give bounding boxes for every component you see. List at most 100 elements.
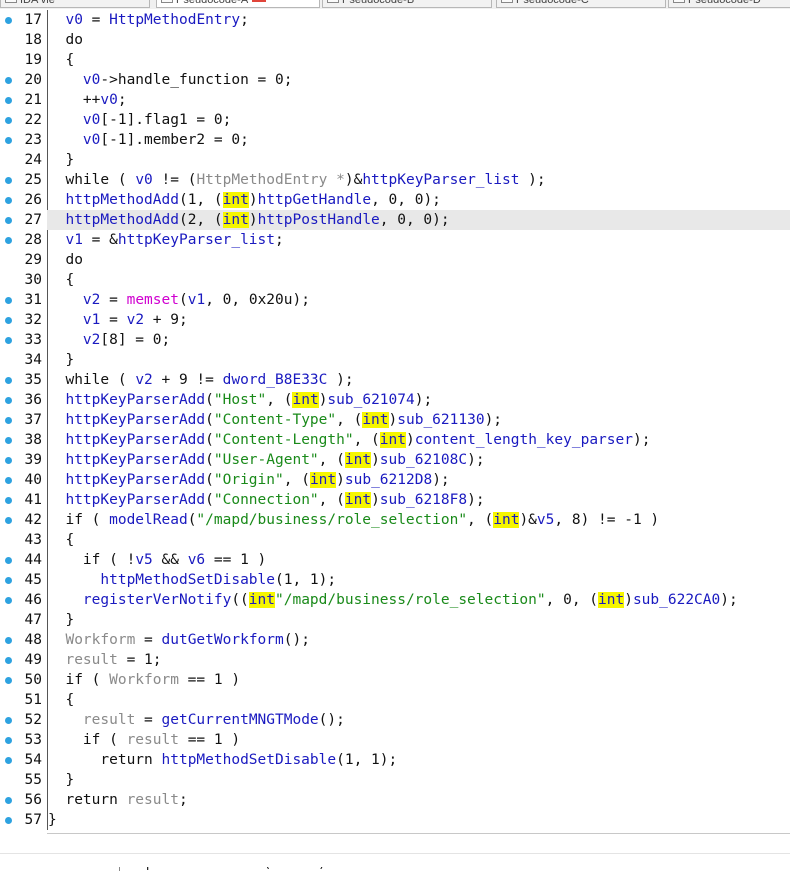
code-text: { <box>48 690 74 710</box>
breakpoint-dot-icon[interactable] <box>5 17 12 24</box>
code-line[interactable]: 47 } <box>0 610 790 630</box>
breakpoint-dot-icon[interactable] <box>5 597 12 604</box>
breakpoint-dot-icon[interactable] <box>5 397 12 404</box>
code-line[interactable]: 52 result = getCurrentMNGTMode(); <box>0 710 790 730</box>
code-token: + 9; <box>144 312 188 328</box>
code-line[interactable]: 32 v1 = v2 + 9; <box>0 310 790 330</box>
code-line[interactable]: 56 return result; <box>0 790 790 810</box>
code-token: (1, ( <box>178 192 223 208</box>
code-line[interactable]: 44 if ( !v5 && v6 == 1 ) <box>0 550 790 570</box>
code-line[interactable]: 27 httpMethodAdd(2, (int)httpPostHandle,… <box>0 210 790 230</box>
code-line[interactable]: 18 do <box>0 30 790 50</box>
breakpoint-dot-icon[interactable] <box>5 677 12 684</box>
tab-5[interactable]: Pseudocode-D <box>668 0 790 8</box>
code-line[interactable]: 25 while ( v0 != (HttpMethodEntry *)&htt… <box>0 170 790 190</box>
breakpoint-dot-icon[interactable] <box>5 757 12 764</box>
breakpoint-dot-icon[interactable] <box>5 817 12 824</box>
code-line[interactable]: 37 httpKeyParserAdd("Content-Type", (int… <box>0 410 790 430</box>
code-line[interactable]: 28 v1 = &httpKeyParser_list; <box>0 230 790 250</box>
line-number: 29 <box>24 252 42 268</box>
code-line[interactable]: 35 while ( v2 + 9 != dword_B8E33C ); <box>0 370 790 390</box>
code-line[interactable]: 43 { <box>0 530 790 550</box>
code-token: while ( <box>48 372 136 388</box>
breakpoint-dot-icon[interactable] <box>5 297 12 304</box>
code-line[interactable]: 53 if ( result == 1 ) <box>0 730 790 750</box>
breakpoint-dot-icon[interactable] <box>5 417 12 424</box>
breakpoint-dot-icon[interactable] <box>5 237 12 244</box>
code-line[interactable]: 33 v2[8] = 0; <box>0 330 790 350</box>
breakpoint-dot-icon[interactable] <box>5 177 12 184</box>
code-token: sub_621074 <box>327 392 415 408</box>
breakpoint-dot-icon[interactable] <box>5 637 12 644</box>
code-line[interactable]: 41 httpKeyParserAdd("Connection", (int)s… <box>0 490 790 510</box>
code-token: = <box>135 712 162 728</box>
code-line[interactable]: 26 httpMethodAdd(1, (int)httpGetHandle, … <box>0 190 790 210</box>
code-token: httpKeyParserAdd <box>65 472 206 488</box>
breakpoint-dot-icon[interactable] <box>5 437 12 444</box>
breakpoint-dot-icon[interactable] <box>5 497 12 504</box>
code-line[interactable]: 51 { <box>0 690 790 710</box>
breakpoint-dot-icon[interactable] <box>5 117 12 124</box>
code-line[interactable]: 19 { <box>0 50 790 70</box>
close-icon[interactable]: × <box>252 0 267 2</box>
breakpoint-dot-icon[interactable] <box>5 477 12 484</box>
code-line[interactable]: 24 } <box>0 150 790 170</box>
breakpoint-dot-icon[interactable] <box>5 737 12 744</box>
pseudocode-view[interactable]: 17 v0 = HttpMethodEntry; 18 do 19 {20 v0->… <box>0 10 790 830</box>
breakpoint-dot-icon[interactable] <box>5 337 12 344</box>
code-line[interactable]: 17 v0 = HttpMethodEntry; <box>0 10 790 30</box>
code-line[interactable]: 49 result = 1; <box>0 650 790 670</box>
code-text: { <box>48 530 74 550</box>
breakpoint-dot-icon[interactable] <box>5 717 12 724</box>
code-line[interactable]: 20 v0->handle_function = 0; <box>0 70 790 90</box>
code-token: "Content-Type" <box>213 412 337 428</box>
breakpoint-dot-icon[interactable] <box>5 137 12 144</box>
code-line[interactable]: 40 httpKeyParserAdd("Origin", (int)sub_6… <box>0 470 790 490</box>
code-line[interactable]: 30 { <box>0 270 790 290</box>
code-line[interactable]: 55 } <box>0 770 790 790</box>
code-line[interactable]: 34 } <box>0 350 790 370</box>
code-line[interactable]: 21 ++v0; <box>0 90 790 110</box>
breakpoint-dot-icon[interactable] <box>5 377 12 384</box>
breakpoint-dot-icon[interactable] <box>5 517 12 524</box>
breakpoint-dot-icon[interactable] <box>5 97 12 104</box>
code-line[interactable]: 54 return httpMethodSetDisable(1, 1); <box>0 750 790 770</box>
code-token: "Origin" <box>213 472 284 488</box>
code-line[interactable]: 45 httpMethodSetDisable(1, 1); <box>0 570 790 590</box>
code-line[interactable]: 57} <box>0 810 790 830</box>
code-line[interactable]: 22 v0[-1].flag1 = 0; <box>0 110 790 130</box>
document-icon <box>673 0 685 3</box>
code-line[interactable]: 38 httpKeyParserAdd("Content-Length", (i… <box>0 430 790 450</box>
breakpoint-dot-icon[interactable] <box>5 217 12 224</box>
code-line[interactable]: 23 v0[-1].member2 = 0; <box>0 130 790 150</box>
line-number: 52 <box>24 712 42 728</box>
tab-1[interactable]: IDA vie <box>0 0 150 8</box>
code-token: httpKeyParserAdd <box>65 412 206 428</box>
tab-4[interactable]: Pseudocode-C <box>496 0 666 8</box>
breakpoint-dot-icon[interactable] <box>5 657 12 664</box>
breakpoint-dot-icon[interactable] <box>5 457 12 464</box>
code-line[interactable]: 48 Workform = dutGetWorkform(); <box>0 630 790 650</box>
code-token: ) <box>336 472 345 488</box>
code-token: ( <box>205 472 214 488</box>
breakpoint-dot-icon[interactable] <box>5 317 12 324</box>
code-line[interactable]: 31 v2 = memset(v1, 0, 0x20u); <box>0 290 790 310</box>
code-line[interactable]: 50 if ( Workform == 1 ) <box>0 670 790 690</box>
tab-2[interactable]: Pseudocode-A× <box>156 0 320 8</box>
code-line[interactable]: 46 registerVerNotify((int"/mapd/business… <box>0 590 790 610</box>
code-line[interactable]: 42 if ( modelRead("/mapd/business/role_s… <box>0 510 790 530</box>
breakpoint-dot-icon[interactable] <box>5 577 12 584</box>
line-number: 20 <box>24 72 42 88</box>
breakpoint-dot-icon[interactable] <box>5 557 12 564</box>
code-line[interactable]: 36 httpKeyParserAdd("Host", (int)sub_621… <box>0 390 790 410</box>
code-token: Workform <box>65 632 136 648</box>
code-line[interactable]: 29 do <box>0 250 790 270</box>
breakpoint-dot-icon[interactable] <box>5 197 12 204</box>
breakpoint-dot-icon[interactable] <box>5 797 12 804</box>
breakpoint-dot-icon[interactable] <box>5 77 12 84</box>
code-line[interactable]: 39 httpKeyParserAdd("User-Agent", (int)s… <box>0 450 790 470</box>
tab-3[interactable]: Pseudocode-B <box>322 0 492 8</box>
